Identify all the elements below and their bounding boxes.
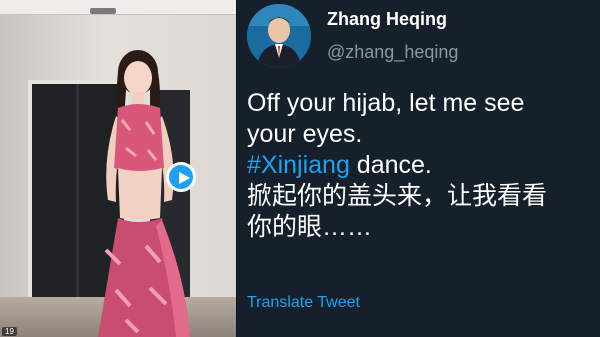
tweet-text: Off your hijab, let me see your eyes. #X… — [247, 88, 597, 243]
avatar[interactable] — [247, 4, 311, 68]
tweet-line-rest: dance. — [349, 151, 432, 179]
ceiling-lamp — [90, 8, 116, 14]
tweet-panel: Zhang Heqing @zhang_heqing Off your hija… — [237, 0, 600, 337]
play-icon — [179, 172, 190, 184]
profile-photo — [247, 4, 311, 68]
display-name[interactable]: Zhang Heqing — [327, 9, 447, 30]
tweet-line-chinese: 你的眼…… — [247, 213, 373, 241]
tweet-line: #Xinjiang dance. — [247, 150, 597, 181]
ceiling — [0, 0, 236, 15]
video-thumbnail[interactable]: 19 — [0, 0, 237, 337]
user-handle[interactable]: @zhang_heqing — [327, 42, 458, 63]
tweet-line: your eyes. — [247, 120, 363, 148]
video-corner-tag: 19 — [2, 327, 17, 336]
tweet-line: Off your hijab, let me see — [247, 89, 525, 117]
tweet-line-chinese: 掀起你的盖头来，让我看看 — [247, 182, 548, 210]
tweet-screenshot: 19 Zhang Heqing @zhang_heqing Off your h… — [0, 0, 600, 337]
dancer-figure — [98, 50, 190, 337]
play-button[interactable] — [166, 162, 196, 192]
translate-tweet-link[interactable]: Translate Tweet — [247, 294, 360, 312]
hashtag-link[interactable]: #Xinjiang — [247, 151, 350, 179]
